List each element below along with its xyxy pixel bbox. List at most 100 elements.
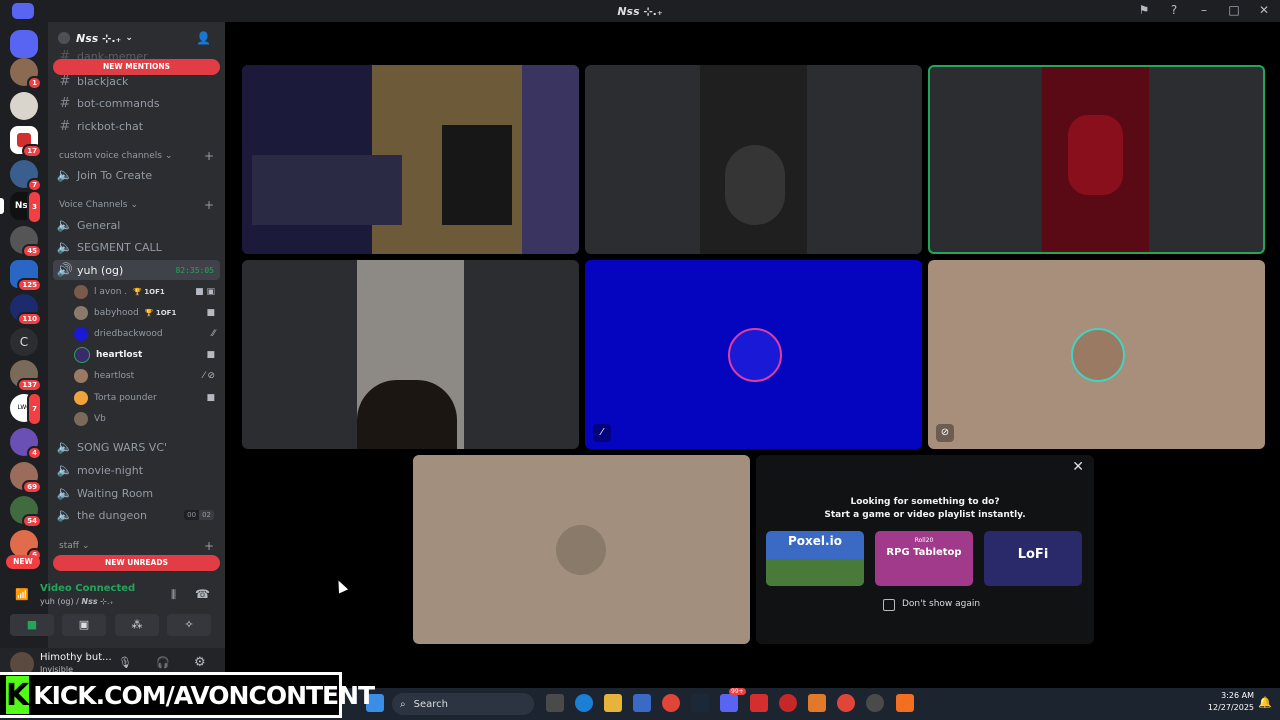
server-icon[interactable] bbox=[10, 92, 38, 120]
channel-general[interactable]: 🔈 General bbox=[53, 215, 220, 235]
video-tile[interactable] bbox=[242, 260, 579, 449]
activity-card-poxel[interactable]: Poxel.io bbox=[766, 531, 864, 586]
server-icon[interactable]: 6 bbox=[10, 530, 42, 562]
chrome-icon[interactable] bbox=[837, 694, 855, 712]
create-channel-icon[interactable]: + bbox=[204, 198, 214, 212]
maximize-button[interactable]: □ bbox=[1226, 3, 1242, 17]
close-icon[interactable]: ✕ bbox=[1072, 459, 1084, 475]
chevron-down-icon: ⌄ bbox=[130, 200, 138, 210]
activity-card-rpg[interactable]: Roll20 RPG Tabletop bbox=[875, 531, 973, 586]
speaker-icon: 🔊 bbox=[56, 262, 74, 278]
activity-tile: ✕ Looking for something to do? Start a g… bbox=[756, 455, 1094, 644]
category-custom-voice[interactable]: custom voice channels ⌄ + bbox=[53, 149, 220, 163]
channel-rickbot-chat[interactable]: # rickbot-chat bbox=[53, 116, 220, 136]
voice-user[interactable]: Torta pounder ■ bbox=[74, 388, 219, 408]
opera-icon[interactable] bbox=[779, 694, 797, 712]
user-tile[interactable] bbox=[413, 455, 750, 644]
channel-song-wars[interactable]: 🔈 SONG WARS VC' bbox=[53, 437, 220, 457]
video-tile-speaking[interactable] bbox=[928, 65, 1265, 254]
new-badge[interactable]: NEW bbox=[6, 555, 40, 569]
create-channel-icon[interactable]: + bbox=[204, 539, 214, 553]
microphone-icon[interactable]: 🎙 bbox=[118, 656, 132, 669]
voice-user[interactable]: Vb bbox=[74, 409, 219, 429]
voice-user[interactable]: driedbackwood ⁄⁄ bbox=[74, 324, 219, 344]
noise-suppression-icon[interactable]: ⫼ bbox=[171, 588, 176, 602]
channel-the-dungeon[interactable]: 🔈 the dungeon 00 02 bbox=[53, 505, 220, 525]
channel-join-to-create[interactable]: 🔈 Join To Create bbox=[53, 165, 220, 185]
video-icon: ■ ▣ bbox=[195, 287, 215, 297]
channel-yuh-og[interactable]: 🔊 yuh (og) 82:35:05 bbox=[53, 260, 220, 280]
voice-location[interactable]: yuh (og) / 𝙉𝙨𝙨 ⊹.₊ bbox=[40, 597, 114, 606]
help-icon[interactable]: ? bbox=[1166, 3, 1182, 17]
server-icon[interactable]: 45 bbox=[10, 226, 42, 258]
category-staff[interactable]: staff ⌄ + bbox=[53, 539, 220, 553]
user-tile-driedbackwood[interactable]: ⁄ bbox=[585, 260, 922, 449]
server-icon[interactable]: 125 bbox=[10, 260, 42, 292]
voice-user[interactable]: heartlost ⁄ ⊘ bbox=[74, 366, 219, 386]
channel-blackjack[interactable]: # blackjack bbox=[53, 71, 220, 91]
avatar bbox=[74, 369, 88, 383]
notification-bell-icon[interactable]: 🔔 bbox=[1258, 696, 1272, 709]
edge-icon[interactable] bbox=[575, 694, 593, 712]
username[interactable]: Himothy but... bbox=[40, 652, 112, 663]
signal-icon[interactable]: 📶 bbox=[15, 588, 29, 601]
task-view-icon[interactable] bbox=[546, 694, 564, 712]
server-icon[interactable]: 7 bbox=[10, 160, 42, 192]
channel-bot-commands[interactable]: # bot-commands bbox=[53, 93, 220, 113]
discord-icon[interactable]: 99+ bbox=[720, 688, 746, 712]
home-button[interactable] bbox=[10, 30, 38, 58]
invite-icon[interactable]: 👤 bbox=[196, 31, 211, 45]
screen-share-button[interactable]: ▣ bbox=[62, 614, 106, 636]
voice-status[interactable]: Video Connected bbox=[40, 583, 135, 594]
activity-card-lofi[interactable]: LoFi bbox=[984, 531, 1082, 586]
file-explorer-icon[interactable] bbox=[604, 694, 622, 712]
server-icon[interactable]: 54 bbox=[10, 496, 42, 528]
server-lwc[interactable]: LWC 7 bbox=[10, 392, 42, 426]
voice-user[interactable]: l avon . 🏆 1OF1 ■ ▣ bbox=[74, 282, 219, 302]
soundboard-button[interactable]: ✧ bbox=[167, 614, 211, 636]
disconnect-icon[interactable]: ☎ bbox=[195, 587, 210, 601]
video-tile[interactable] bbox=[585, 65, 922, 254]
app-icon[interactable] bbox=[750, 694, 768, 712]
store-icon[interactable] bbox=[633, 694, 651, 712]
search-box[interactable]: ⌕ Search bbox=[392, 693, 534, 715]
server-icon[interactable]: 17 bbox=[10, 126, 42, 158]
inbox-icon[interactable]: ⚑ bbox=[1136, 3, 1152, 17]
server-c[interactable]: C bbox=[10, 328, 38, 356]
user-tile-heartlost[interactable]: ⊘ bbox=[928, 260, 1265, 449]
channel-movie-night[interactable]: 🔈 movie-night bbox=[53, 460, 220, 480]
minimize-button[interactable]: – bbox=[1196, 3, 1212, 17]
settings-icon[interactable]: ⚙ bbox=[194, 655, 206, 670]
dont-show-checkbox[interactable] bbox=[883, 599, 895, 611]
server-icon[interactable]: 4 bbox=[10, 428, 42, 460]
channel-waiting-room[interactable]: 🔈 Waiting Room bbox=[53, 483, 220, 503]
new-unreads-banner[interactable]: NEW UNREADS bbox=[53, 555, 220, 571]
app-icon[interactable] bbox=[866, 694, 884, 712]
clock-time[interactable]: 3:26 AM bbox=[1204, 691, 1254, 700]
steam-icon[interactable] bbox=[691, 694, 709, 712]
chrome-icon[interactable] bbox=[662, 694, 680, 712]
video-tile[interactable] bbox=[242, 65, 579, 254]
kick-url: KICK.COM/AVONCONTENT bbox=[33, 680, 375, 710]
fl-studio-icon[interactable] bbox=[808, 694, 826, 712]
clock-date[interactable]: 12/27/2025 bbox=[1204, 703, 1254, 712]
server-icon[interactable]: 137 bbox=[10, 360, 42, 392]
avatar bbox=[74, 327, 88, 341]
server-icon[interactable]: 110 bbox=[10, 294, 42, 326]
server-icon[interactable]: 1 bbox=[10, 58, 42, 90]
soundcloud-icon[interactable] bbox=[896, 694, 914, 712]
muted-icon: ⁄⁄ bbox=[211, 329, 215, 339]
search-icon: ⌕ bbox=[400, 698, 406, 710]
muted-icon: ⁄ bbox=[593, 424, 611, 442]
server-nss[interactable]: Nss 3 bbox=[10, 190, 42, 224]
close-window-button[interactable]: ✕ bbox=[1256, 3, 1272, 17]
voice-user[interactable]: babyhood 🏆 1OF1 ■ bbox=[74, 303, 219, 323]
create-channel-icon[interactable]: + bbox=[204, 149, 214, 163]
channel-segment-call[interactable]: 🔈 SEGMENT CALL bbox=[53, 237, 220, 257]
camera-button[interactable]: ■ bbox=[10, 614, 54, 636]
server-icon[interactable]: 69 bbox=[10, 462, 42, 494]
activities-button[interactable]: ⁂ bbox=[115, 614, 159, 636]
headphones-icon[interactable]: 🎧 bbox=[156, 656, 170, 669]
category-voice-channels[interactable]: Voice Channels ⌄ + bbox=[53, 198, 220, 212]
voice-user[interactable]: heartlost ■ bbox=[74, 345, 219, 365]
